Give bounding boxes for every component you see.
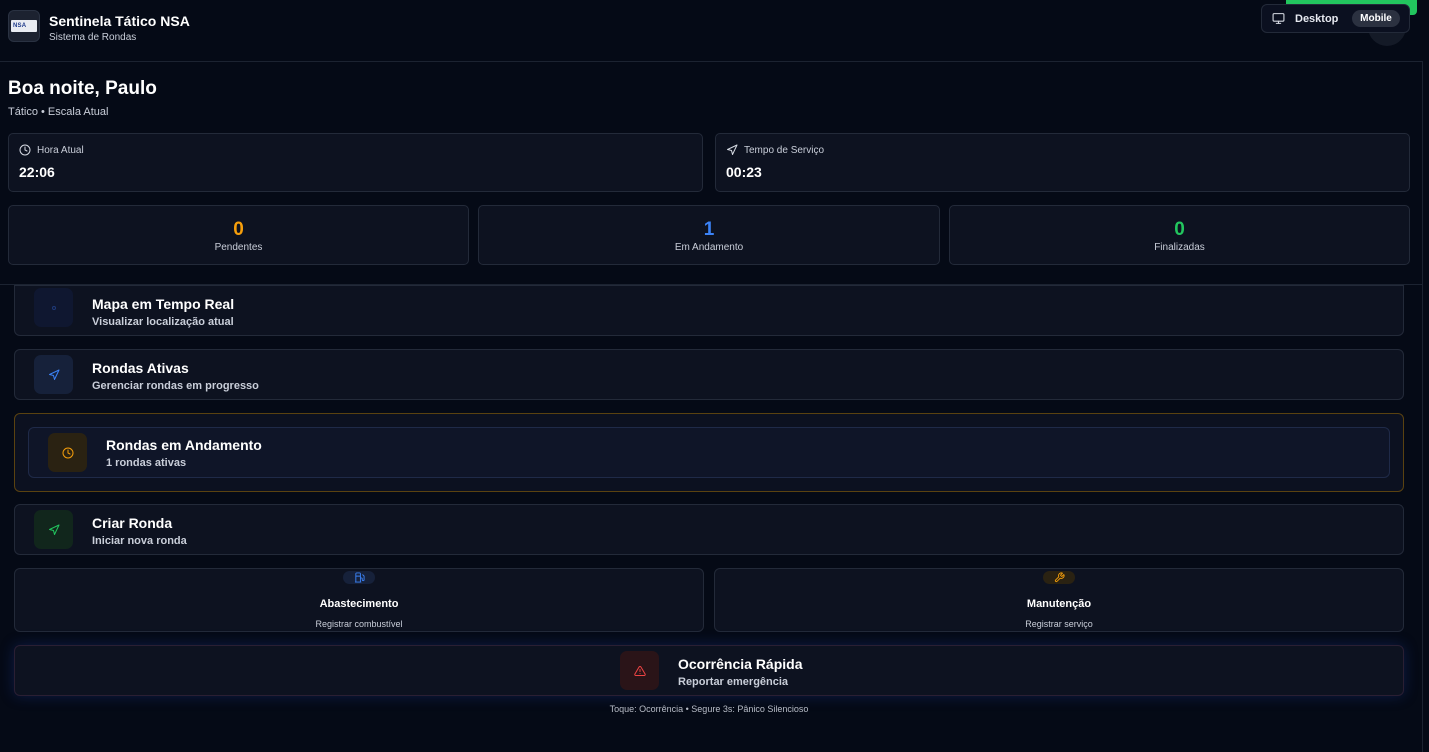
- stat-finished-label: Finalizadas: [1154, 242, 1205, 253]
- view-mode-toggle: Desktop Mobile: [1261, 4, 1410, 33]
- logo-text: NSA: [11, 20, 37, 32]
- quick-occurrence-button[interactable]: Ocorrência Rápida Reportar emergência: [14, 645, 1404, 696]
- maintenance-action-card[interactable]: Manutenção Registrar serviço: [714, 568, 1404, 632]
- occurrence-hint: Toque: Ocorrência • Segure 3s: Pânico Si…: [609, 704, 809, 714]
- mobile-toggle-button[interactable]: Mobile: [1352, 10, 1400, 27]
- monitor-icon: [1272, 13, 1285, 24]
- stat-pending: 0 Pendentes: [8, 205, 469, 265]
- greeting-title: Boa noite, Paulo: [8, 78, 157, 99]
- app-logo: NSA: [8, 10, 40, 42]
- stat-in-progress-label: Em Andamento: [674, 242, 744, 253]
- desktop-toggle-button[interactable]: Desktop: [1295, 13, 1338, 25]
- service-time-card: Tempo de Serviço 00:23: [715, 133, 1410, 192]
- stat-finished: 0 Finalizadas: [949, 205, 1410, 265]
- stat-pending-value: 0: [233, 219, 244, 240]
- service-time-label: Tempo de Serviço: [744, 144, 825, 156]
- fuel-action-card[interactable]: Abastecimento Registrar combustível: [14, 568, 704, 632]
- menu-subtitle: Gerenciar rondas em progresso: [92, 380, 259, 392]
- role-subtitle: Tático • Escala Atual: [8, 106, 109, 118]
- menu-title: Criar Ronda: [92, 515, 173, 531]
- clock-icon: [48, 433, 87, 472]
- occurrence-subtitle: Reportar emergência: [678, 676, 789, 688]
- alert-triangle-icon: [620, 651, 659, 690]
- menu-subtitle: Iniciar nova ronda: [92, 535, 187, 547]
- stat-in-progress: 1 Em Andamento: [478, 205, 940, 265]
- stat-finished-value: 0: [1174, 219, 1185, 240]
- fuel-icon: [343, 571, 375, 584]
- menu-item-rounds-in-progress[interactable]: Rondas em Andamento 1 rondas ativas: [14, 413, 1404, 492]
- wrench-icon: [1043, 571, 1075, 584]
- current-time-card: Hora Atual 22:06: [8, 133, 703, 192]
- current-time-value: 22:06: [19, 164, 55, 180]
- menu-title: Rondas em Andamento: [106, 437, 262, 453]
- occurrence-title: Ocorrência Rápida: [678, 656, 803, 672]
- service-time-value: 00:23: [726, 164, 762, 180]
- navigation-icon: [727, 144, 738, 155]
- navigation-icon: [34, 355, 73, 394]
- navigation-icon: [34, 510, 73, 549]
- fuel-action-title: Abastecimento: [319, 598, 399, 610]
- menu-subtitle: 1 rondas ativas: [106, 457, 187, 469]
- rounds-in-progress-inner: Rondas em Andamento 1 rondas ativas: [28, 427, 1390, 478]
- maintenance-action-subtitle: Registrar serviço: [1025, 619, 1093, 629]
- fuel-action-subtitle: Registrar combustível: [315, 619, 403, 629]
- menu-title: Rondas Ativas: [92, 360, 189, 376]
- maintenance-action-title: Manutenção: [1026, 598, 1092, 610]
- map-icon: [34, 288, 73, 327]
- menu-item-create-round[interactable]: Criar Ronda Iniciar nova ronda: [14, 504, 1404, 555]
- top-bar: NSA Sentinela Tático NSA Sistema de Rond…: [0, 0, 1423, 62]
- app-title: Sentinela Tático NSA: [49, 13, 190, 29]
- clock-icon: [19, 144, 31, 156]
- current-time-label: Hora Atual: [37, 144, 84, 156]
- menu-title: Mapa em Tempo Real: [92, 296, 235, 312]
- menu-item-real-time-map[interactable]: Mapa em Tempo Real Visualizar localizaçã…: [14, 285, 1404, 336]
- menu-item-active-rounds[interactable]: Rondas Ativas Gerenciar rondas em progre…: [14, 349, 1404, 400]
- menu-subtitle: Visualizar localização atual: [92, 316, 234, 328]
- stat-pending-label: Pendentes: [214, 242, 263, 253]
- stat-in-progress-value: 1: [703, 219, 715, 240]
- panel-edge: [1422, 62, 1423, 752]
- app-subtitle: Sistema de Rondas: [49, 32, 137, 43]
